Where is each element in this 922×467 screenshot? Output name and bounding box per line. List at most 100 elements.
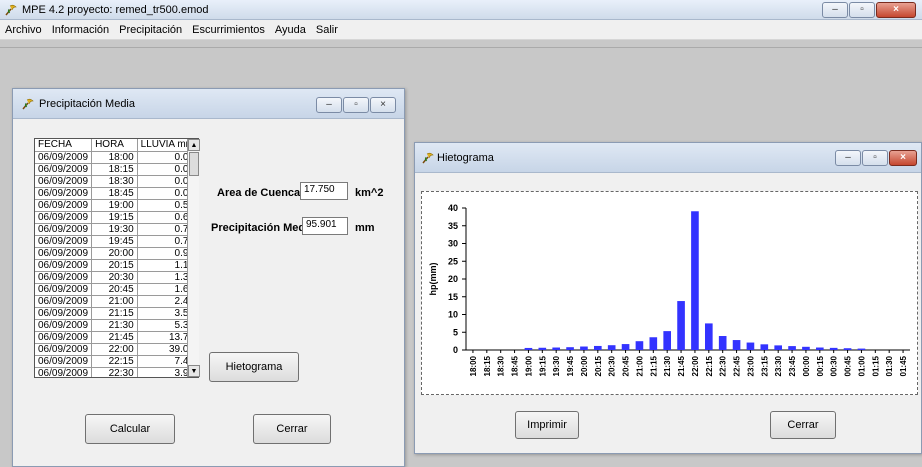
chart-bar bbox=[774, 345, 783, 350]
precip-close-button[interactable]: × bbox=[370, 97, 396, 113]
cell-hora: 19:30 bbox=[91, 223, 138, 236]
table-row[interactable]: 06/09/2009 22:30 3.94 bbox=[35, 367, 198, 377]
cell-fecha: 06/09/2009 bbox=[35, 199, 93, 212]
chart-bar bbox=[621, 344, 630, 350]
hieto-cerrar-button[interactable]: Cerrar bbox=[770, 411, 836, 439]
column-header-fecha: FECHA bbox=[35, 139, 93, 152]
chart-bar bbox=[677, 301, 685, 350]
chart-bar bbox=[593, 345, 602, 350]
chart-bar bbox=[857, 348, 866, 350]
cell-fecha: 06/09/2009 bbox=[35, 259, 93, 272]
x-tick-label: 01:15 bbox=[871, 355, 880, 376]
chart-bar bbox=[566, 347, 574, 350]
menu-precipitacion[interactable]: Precipitación bbox=[118, 24, 183, 36]
cell-fecha: 06/09/2009 bbox=[35, 175, 93, 188]
imprimir-button[interactable]: Imprimir bbox=[515, 411, 579, 439]
x-tick-label: 18:15 bbox=[483, 355, 492, 376]
mdi-divider bbox=[0, 47, 922, 48]
precip-restore-button[interactable]: ▫ bbox=[343, 97, 369, 113]
cell-fecha: 06/09/2009 bbox=[35, 271, 93, 284]
app-icon bbox=[5, 4, 17, 16]
precipitacion-media-input[interactable]: 95.901 bbox=[302, 217, 348, 235]
table-row[interactable]: 06/09/2009 20:30 1.35 bbox=[35, 271, 198, 284]
table-row[interactable]: 06/09/2009 20:15 1.14 bbox=[35, 259, 198, 272]
x-tick-label: 01:30 bbox=[885, 355, 894, 376]
app-minimize-button[interactable]: – bbox=[822, 2, 848, 18]
scroll-down-arrow-icon[interactable]: ▼ bbox=[188, 365, 200, 377]
window-icon bbox=[22, 98, 34, 110]
chart-bar bbox=[663, 331, 672, 350]
cell-fecha: 06/09/2009 bbox=[35, 151, 93, 164]
x-tick-label: 01:00 bbox=[857, 355, 866, 376]
precip-cerrar-button[interactable]: Cerrar bbox=[253, 414, 331, 444]
cell-fecha: 06/09/2009 bbox=[35, 163, 93, 176]
cell-hora: 18:45 bbox=[91, 187, 138, 200]
chart-bar bbox=[843, 348, 852, 350]
x-tick-label: 20:15 bbox=[594, 355, 603, 376]
area-cuenca-input[interactable]: 17.750 bbox=[300, 182, 348, 200]
chart-bar bbox=[635, 341, 644, 350]
cell-hora: 21:15 bbox=[91, 307, 138, 320]
grid-scrollbar[interactable]: ▲ ▼ bbox=[187, 139, 200, 377]
x-tick-label: 00:00 bbox=[802, 355, 811, 376]
table-row[interactable]: 06/09/2009 19:15 0.63 bbox=[35, 211, 198, 224]
table-row[interactable]: 06/09/2009 19:45 0.79 bbox=[35, 235, 198, 248]
x-tick-label: 23:00 bbox=[746, 355, 755, 376]
cell-hora: 20:00 bbox=[91, 247, 138, 260]
cell-hora: 22:30 bbox=[91, 367, 138, 377]
hieto-window-titlebar: Hietograma – ▫ × bbox=[415, 143, 921, 173]
table-row[interactable]: 06/09/2009 22:15 7.49 bbox=[35, 355, 198, 368]
x-tick-label: 20:00 bbox=[580, 355, 589, 376]
table-row[interactable]: 06/09/2009 21:00 2.48 bbox=[35, 295, 198, 308]
cell-fecha: 06/09/2009 bbox=[35, 331, 93, 344]
chart-bar bbox=[829, 347, 838, 350]
table-row[interactable]: 06/09/2009 21:30 5.32 bbox=[35, 319, 198, 332]
precipitacion-media-label: Precipitación Media bbox=[211, 222, 315, 234]
cell-hora: 19:45 bbox=[91, 235, 138, 248]
precip-unit-label: mm bbox=[355, 222, 375, 234]
hieto-minimize-button[interactable]: – bbox=[835, 150, 861, 166]
x-tick-label: 00:15 bbox=[816, 355, 825, 376]
area-unit-label: km^2 bbox=[355, 187, 384, 199]
chart-bar bbox=[538, 347, 547, 350]
chart-bar bbox=[788, 346, 796, 350]
table-row[interactable]: 06/09/2009 18:45 0.00 bbox=[35, 187, 198, 200]
hieto-close-button[interactable]: × bbox=[889, 150, 917, 166]
table-row[interactable]: 06/09/2009 22:00 39.08 bbox=[35, 343, 198, 356]
x-tick-label: 18:00 bbox=[469, 355, 478, 376]
menu-ayuda[interactable]: Ayuda bbox=[274, 24, 307, 36]
table-row[interactable]: 06/09/2009 21:15 3.59 bbox=[35, 307, 198, 320]
table-row[interactable]: 06/09/2009 18:00 0.00 bbox=[35, 151, 198, 164]
app-close-button[interactable]: × bbox=[876, 2, 916, 18]
table-row[interactable]: 06/09/2009 19:00 0.58 bbox=[35, 199, 198, 212]
table-row[interactable]: 06/09/2009 20:45 1.67 bbox=[35, 283, 198, 296]
hieto-restore-button[interactable]: ▫ bbox=[862, 150, 888, 166]
x-tick-label: 22:30 bbox=[719, 355, 728, 376]
cell-fecha: 06/09/2009 bbox=[35, 187, 93, 200]
hietograma-button[interactable]: Hietograma bbox=[209, 352, 299, 382]
menu-archivo[interactable]: Archivo bbox=[4, 24, 43, 36]
table-row[interactable]: 06/09/2009 18:15 0.00 bbox=[35, 163, 198, 176]
calcular-button[interactable]: Calcular bbox=[85, 414, 175, 444]
table-row[interactable]: 06/09/2009 20:00 0.98 bbox=[35, 247, 198, 260]
x-tick-label: 19:00 bbox=[524, 355, 533, 376]
cell-fecha: 06/09/2009 bbox=[35, 355, 93, 368]
chart-bar bbox=[815, 347, 824, 350]
y-axis-label: hp(mm) bbox=[428, 263, 438, 296]
table-row[interactable]: 06/09/2009 18:30 0.00 bbox=[35, 175, 198, 188]
menu-escurrimientos[interactable]: Escurrimientos bbox=[191, 24, 266, 36]
table-row[interactable]: 06/09/2009 21:45 13.79 bbox=[35, 331, 198, 344]
menu-salir[interactable]: Salir bbox=[315, 24, 339, 36]
chart-bar bbox=[718, 336, 727, 350]
scroll-thumb[interactable] bbox=[189, 152, 199, 176]
app-restore-button[interactable]: ▫ bbox=[849, 2, 875, 18]
scroll-up-arrow-icon[interactable]: ▲ bbox=[188, 139, 200, 151]
cell-fecha: 06/09/2009 bbox=[35, 283, 93, 296]
precip-minimize-button[interactable]: – bbox=[316, 97, 342, 113]
y-tick-label: 35 bbox=[448, 221, 458, 231]
menu-informacion[interactable]: Información bbox=[51, 24, 110, 36]
app-title: MPE 4.2 proyecto: remed_tr500.emod bbox=[22, 4, 209, 16]
table-row[interactable]: 06/09/2009 19:30 0.70 bbox=[35, 223, 198, 236]
menu-bar: Archivo Información Precipitación Escurr… bbox=[0, 20, 922, 40]
precipitation-grid[interactable]: FECHA HORA LLUVIA mm 06/09/2009 18:00 0.00… bbox=[34, 138, 199, 378]
